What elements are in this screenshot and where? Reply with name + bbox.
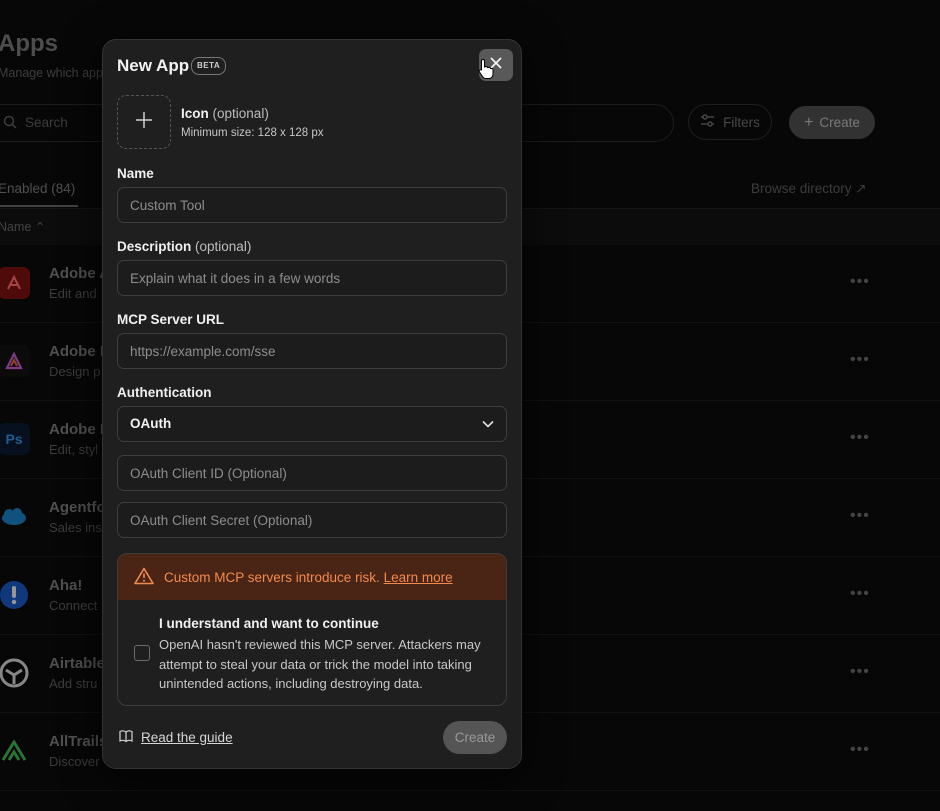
- warning-text: Custom MCP servers introduce risk. Learn…: [164, 570, 453, 585]
- authentication-value: OAuth: [130, 416, 172, 431]
- mcp-url-label: MCP Server URL: [117, 312, 225, 327]
- learn-more-link[interactable]: Learn more: [384, 570, 453, 585]
- description-optional-text: (optional): [195, 239, 252, 254]
- risk-warning-panel: Custom MCP servers introduce risk. Learn…: [117, 553, 507, 706]
- oauth-client-secret-input[interactable]: [117, 502, 507, 538]
- read-guide-link[interactable]: Read the guide: [119, 729, 233, 746]
- beta-badge: BETA: [191, 57, 227, 75]
- chevron-down-icon: [482, 407, 494, 441]
- mcp-url-input[interactable]: [117, 333, 507, 369]
- read-guide-label: Read the guide: [141, 730, 233, 745]
- authentication-select[interactable]: OAuth: [117, 406, 507, 442]
- pointer-cursor-icon: [478, 58, 494, 85]
- icon-optional-text: (optional): [212, 106, 269, 121]
- plus-icon: [135, 111, 153, 134]
- name-label: Name: [117, 166, 154, 181]
- description-label: Description (optional): [117, 239, 251, 254]
- icon-size-hint: Minimum size: 128 x 128 px: [181, 127, 324, 139]
- icon-upload-button[interactable]: [117, 95, 171, 149]
- description-input[interactable]: [117, 260, 507, 296]
- warning-message: Custom MCP servers introduce risk.: [164, 569, 380, 585]
- book-icon: [119, 729, 133, 746]
- description-label-text: Description: [117, 239, 192, 254]
- acknowledge-title: I understand and want to continue: [159, 616, 379, 631]
- acknowledge-description: OpenAI hasn't reviewed this MCP server. …: [159, 637, 481, 691]
- oauth-client-id-input[interactable]: [117, 455, 507, 491]
- dialog-title: New App: [117, 56, 190, 75]
- icon-label: Icon (optional): [181, 106, 269, 121]
- authentication-label: Authentication: [117, 385, 212, 400]
- warning-triangle-icon: [134, 567, 154, 588]
- risk-warning-banner: Custom MCP servers introduce risk. Learn…: [118, 554, 506, 600]
- acknowledge-section: I understand and want to continue OpenAI…: [118, 600, 506, 705]
- name-input[interactable]: [117, 187, 507, 223]
- icon-label-text: Icon: [181, 106, 209, 121]
- create-button[interactable]: Create: [443, 721, 507, 754]
- new-app-dialog: New App BETA Icon (optional) Minimum siz…: [102, 39, 522, 769]
- acknowledge-checkbox[interactable]: [134, 645, 150, 661]
